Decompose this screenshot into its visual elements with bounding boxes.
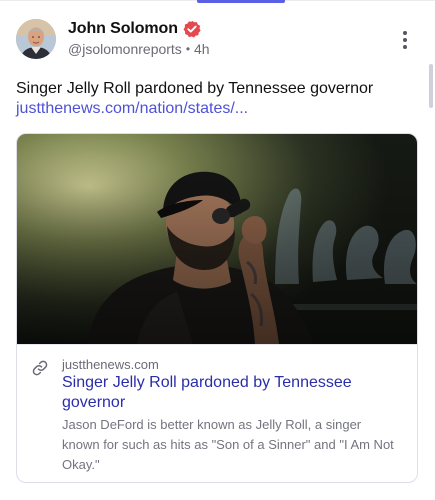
post-link[interactable]: justthenews.com/nation/states/... [16,98,415,119]
more-vertical-icon[interactable] [397,28,413,52]
author-name-row: John Solomon [68,19,201,39]
post-header: John Solomon @jsolomonreports • 4h [16,19,421,61]
author-handle[interactable]: @jsolomonreports [68,41,182,57]
meta-separator: • [185,42,191,56]
avatar[interactable] [16,19,56,59]
feed-page: John Solomon @jsolomonreports • 4h Singe… [0,0,435,500]
link-preview-body: justthenews.com Singer Jelly Roll pardon… [17,344,417,482]
link-preview-image[interactable] [17,134,417,344]
link-preview-card[interactable]: justthenews.com Singer Jelly Roll pardon… [16,133,418,483]
link-preview-title[interactable]: Singer Jelly Roll pardoned by Tennessee … [62,373,362,413]
post-timestamp[interactable]: 4h [194,41,210,57]
post-text: Singer Jelly Roll pardoned by Tennessee … [16,80,374,97]
post: John Solomon @jsolomonreports • 4h Singe… [0,0,435,500]
link-icon [31,359,49,377]
author-display-name[interactable]: John Solomon [68,20,178,38]
link-preview-description: Jason DeFord is better known as Jelly Ro… [62,417,394,472]
author-meta: @jsolomonreports • 4h [68,41,210,57]
verified-badge-icon [183,20,201,38]
link-preview-domain: justthenews.com [62,357,159,372]
